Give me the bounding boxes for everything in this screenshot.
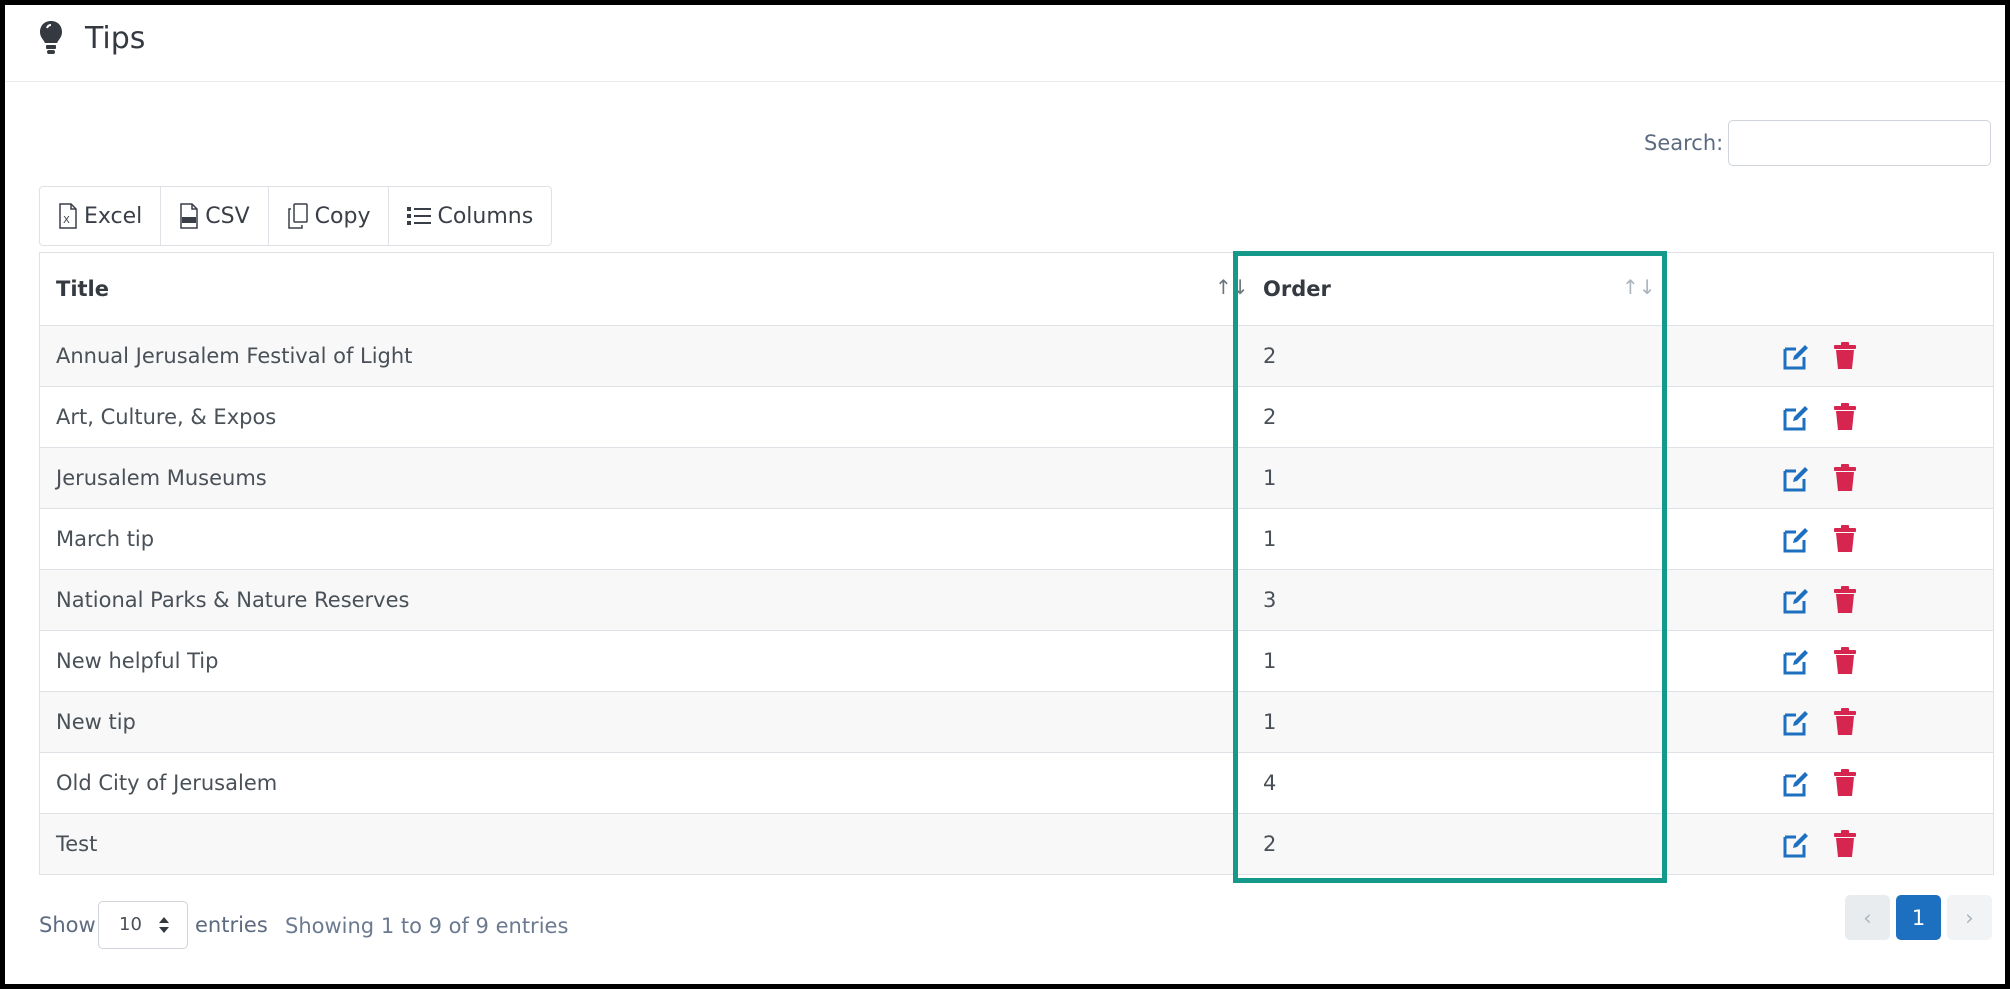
edit-icon[interactable]	[1783, 587, 1810, 614]
cell-title: New tip	[56, 710, 136, 734]
excel-button-label: Excel	[84, 203, 143, 229]
cell-title: March tip	[56, 527, 155, 551]
copy-button-label: Copy	[314, 203, 371, 229]
table-row: New helpful Tip 1	[40, 631, 1993, 692]
cell-title: National Parks & Nature Reserves	[56, 588, 410, 612]
column-header-title[interactable]: Title	[56, 253, 109, 325]
trash-icon[interactable]	[1833, 403, 1857, 431]
page-length-value: 10	[119, 914, 142, 935]
trash-icon[interactable]	[1833, 342, 1857, 370]
csv-button[interactable]: CSV	[161, 187, 269, 245]
entries-label: entries	[195, 913, 268, 937]
show-label: Show	[39, 913, 96, 937]
svg-text:X: X	[63, 215, 70, 226]
page-length-select[interactable]: 10	[98, 901, 188, 949]
edit-icon[interactable]	[1783, 831, 1810, 858]
edit-icon[interactable]	[1783, 343, 1810, 370]
page-1-button[interactable]: 1	[1896, 895, 1941, 940]
cell-title: Jerusalem Museums	[56, 466, 267, 490]
trash-icon[interactable]	[1833, 830, 1857, 858]
table-row: March tip 1	[40, 509, 1993, 570]
trash-icon[interactable]	[1833, 464, 1857, 492]
columns-button[interactable]: Columns	[389, 187, 551, 245]
table-header: Title ↑↓ Order ↑↓	[40, 253, 1993, 326]
export-button-group: X Excel CSV Copy Columns	[39, 186, 553, 246]
cell-order: 2	[1263, 405, 1277, 429]
lightbulb-icon	[40, 21, 62, 54]
table-row: National Parks & Nature Reserves 3	[40, 570, 1993, 631]
edit-icon[interactable]	[1783, 648, 1810, 675]
cell-order: 1	[1263, 649, 1277, 673]
cell-order: 3	[1263, 588, 1277, 612]
search-input[interactable]	[1728, 120, 1991, 166]
page-title: Tips	[85, 21, 146, 56]
edit-icon[interactable]	[1783, 526, 1810, 553]
csv-button-label: CSV	[205, 203, 250, 229]
cell-order: 1	[1263, 527, 1277, 551]
cell-title: Test	[56, 832, 98, 856]
search-label: Search:	[1644, 131, 1724, 155]
table-info: Showing 1 to 9 of 9 entries	[285, 914, 569, 938]
page-header: Tips	[5, 5, 2005, 82]
cell-order: 1	[1263, 710, 1277, 734]
cell-title: New helpful Tip	[56, 649, 219, 673]
trash-icon[interactable]	[1833, 708, 1857, 736]
trash-icon[interactable]	[1833, 525, 1857, 553]
excel-button[interactable]: X Excel	[40, 187, 162, 245]
cell-title: Art, Culture, & Expos	[56, 405, 277, 429]
cell-order: 2	[1263, 832, 1277, 856]
trash-icon[interactable]	[1833, 769, 1857, 797]
sort-asc-icon: ↑↓	[1215, 275, 1249, 299]
sort-icon: ↑↓	[1622, 275, 1656, 299]
tips-table: Title ↑↓ Order ↑↓ Annual Jerusalem Festi…	[39, 252, 1994, 875]
table-row: Old City of Jerusalem 4	[40, 753, 1993, 814]
list-icon	[407, 207, 432, 225]
table-row: Art, Culture, & Expos 2	[40, 387, 1993, 448]
table-row: Test 2	[40, 814, 1993, 874]
next-page-button[interactable]: ›	[1947, 895, 1992, 940]
cell-order: 1	[1263, 466, 1277, 490]
edit-icon[interactable]	[1783, 404, 1810, 431]
columns-button-label: Columns	[437, 203, 534, 229]
copy-icon	[287, 203, 308, 229]
column-header-order[interactable]: Order	[1263, 253, 1331, 325]
edit-icon[interactable]	[1783, 770, 1810, 797]
table-row: New tip 1	[40, 692, 1993, 753]
cell-order: 2	[1263, 344, 1277, 368]
cell-title: Annual Jerusalem Festival of Light	[56, 344, 413, 368]
copy-button[interactable]: Copy	[269, 187, 390, 245]
edit-icon[interactable]	[1783, 709, 1810, 736]
excel-file-icon: X	[59, 203, 77, 229]
trash-icon[interactable]	[1833, 647, 1857, 675]
csv-file-icon	[180, 203, 199, 229]
table-row: Annual Jerusalem Festival of Light 2	[40, 326, 1993, 387]
cell-order: 4	[1263, 771, 1277, 795]
trash-icon[interactable]	[1833, 586, 1857, 614]
edit-icon[interactable]	[1783, 465, 1810, 492]
select-arrows-icon	[159, 917, 169, 933]
table-row: Jerusalem Museums 1	[40, 448, 1993, 509]
cell-title: Old City of Jerusalem	[56, 771, 278, 795]
previous-page-button[interactable]: ‹	[1845, 895, 1890, 940]
